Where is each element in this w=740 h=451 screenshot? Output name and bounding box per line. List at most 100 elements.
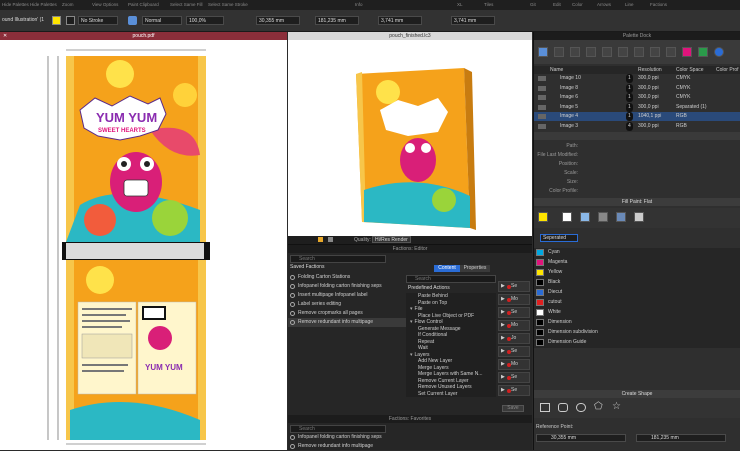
tab-content[interactable]: Content <box>434 265 460 272</box>
menu-tiles[interactable]: Tiles <box>484 2 493 7</box>
predefined-action-item[interactable]: Set Current Layer <box>406 391 496 398</box>
menu-paint-clipboard[interactable]: Paint Clipboard <box>128 2 159 7</box>
separation-row[interactable]: Dimension Guide <box>534 338 740 347</box>
image-row[interactable]: Image 3 4 300,0 ppi RGB <box>534 121 740 131</box>
grid-icon[interactable] <box>586 47 596 57</box>
action-step[interactable]: ▶ Mo <box>498 320 530 331</box>
image-icon[interactable] <box>602 47 612 57</box>
saved-faction-item[interactable]: Remove redundant info multipage <box>288 318 406 327</box>
image-row[interactable]: Image 4 1 1040,1 ppi RGB <box>534 112 740 121</box>
folder-icon[interactable] <box>318 237 323 242</box>
play-icon[interactable]: ▶ <box>501 282 505 291</box>
w-field[interactable]: 3,741 mm <box>378 16 422 25</box>
separation-row[interactable]: White <box>534 308 740 317</box>
fill-swatch[interactable] <box>52 16 61 25</box>
opacity-field[interactable]: 100,0% <box>186 16 224 25</box>
action-step[interactable]: ▶ Se <box>498 372 530 383</box>
x-field[interactable]: 30,355 mm <box>256 16 300 25</box>
play-icon[interactable]: ▶ <box>501 360 505 369</box>
saved-search-input[interactable]: Search <box>290 255 386 263</box>
quality-select[interactable]: Hi/Res Render <box>372 236 411 243</box>
separation-row[interactable]: Magenta <box>534 258 740 267</box>
h-field[interactable]: 3,741 mm <box>451 16 495 25</box>
menu-view-options[interactable]: View Options <box>92 2 118 7</box>
stamp-icon[interactable] <box>650 47 660 57</box>
image-row[interactable]: Image 8 1 300,0 ppi CMYK <box>534 83 740 93</box>
info-icon[interactable] <box>714 47 724 57</box>
fill-swatch-icon[interactable] <box>538 212 548 222</box>
ref-y-field[interactable]: 181,235 mm <box>636 434 726 442</box>
stack-icon[interactable] <box>618 47 628 57</box>
stroke-swatch[interactable] <box>66 16 75 25</box>
image-row[interactable]: Image 6 1 300,0 ppi CMYK <box>534 93 740 102</box>
separation-row[interactable]: Dimension <box>534 318 740 327</box>
fill-mode-select[interactable]: Seperated <box>540 234 578 242</box>
menu-factions[interactable]: Factions <box>650 2 667 7</box>
gradient-fill-icon[interactable] <box>598 212 608 222</box>
menu-edit[interactable]: Edit <box>553 2 561 7</box>
predefined-search-input[interactable]: Search <box>406 275 496 283</box>
no-fill-icon[interactable] <box>562 212 572 222</box>
play-icon[interactable]: ▶ <box>501 386 505 395</box>
remove-step-icon[interactable] <box>507 285 511 289</box>
menu-select-same-stroke[interactable]: Select Same Stroke <box>208 2 248 7</box>
remove-step-icon[interactable] <box>507 311 511 315</box>
remove-step-icon[interactable] <box>507 324 511 328</box>
favorite-faction-item[interactable]: Infopanel folding carton finishing seps <box>288 433 528 442</box>
menu-info[interactable]: Info <box>355 2 363 7</box>
play-icon[interactable]: ▶ <box>501 373 505 382</box>
text-icon[interactable] <box>554 47 564 57</box>
save-button[interactable]: Save <box>502 405 524 412</box>
remove-step-icon[interactable] <box>507 337 511 341</box>
saved-faction-item[interactable]: Insert multipage Infopanel label <box>288 291 406 300</box>
action-step[interactable]: ▶ Mo <box>498 294 530 305</box>
anchor-icon[interactable] <box>666 47 676 57</box>
menu-hide-palettes-2[interactable]: Hide Palettes <box>30 2 57 7</box>
play-icon[interactable]: ▶ <box>501 347 505 356</box>
y-field[interactable]: 181,235 mm <box>315 16 359 25</box>
separation-row[interactable]: cutout <box>534 298 740 307</box>
saved-faction-item[interactable]: Label series editing <box>288 300 406 309</box>
play-icon[interactable]: ▶ <box>501 334 505 343</box>
list-icon[interactable] <box>570 47 580 57</box>
separation-row[interactable]: Black <box>534 278 740 287</box>
flat-fill-icon[interactable] <box>580 212 590 222</box>
check-icon[interactable] <box>698 47 708 57</box>
ref-x-field[interactable]: 30,355 mm <box>536 434 626 442</box>
remove-step-icon[interactable] <box>507 363 511 367</box>
col-resolution[interactable]: Resolution <box>638 67 662 73</box>
saved-faction-item[interactable]: Infopanel folding carton finishing seps <box>288 282 406 291</box>
action-step[interactable]: ▶ Se <box>498 346 530 357</box>
stroke-select[interactable]: No Stroke <box>78 16 118 25</box>
rounded-rect-icon[interactable] <box>558 403 568 412</box>
play-icon[interactable]: ▶ <box>501 295 505 304</box>
col-name[interactable]: Name <box>550 67 563 73</box>
separation-row[interactable]: Yellow <box>534 268 740 277</box>
doc2-tab[interactable]: pouch_finished.lc3 <box>288 32 532 40</box>
menu-zoom[interactable]: Zoom <box>62 2 74 7</box>
tab-properties[interactable]: Properties <box>460 265 490 272</box>
saved-faction-item[interactable]: Folding Carton Stations <box>288 273 406 282</box>
cube-icon[interactable] <box>328 237 333 242</box>
menu-select-same-fill[interactable]: Select Same Fill <box>170 2 203 7</box>
star-icon[interactable]: ☆ <box>612 401 621 412</box>
favorites-search-input[interactable]: Search <box>290 425 386 433</box>
doc1-close-icon[interactable]: ✕ <box>3 32 7 40</box>
menu-xl[interactable]: XL <box>457 2 463 7</box>
layers-icon[interactable] <box>538 47 548 57</box>
col-color-profile[interactable]: Color Prof <box>716 67 739 73</box>
separation-row[interactable]: Dimension subdivision <box>534 328 740 337</box>
rectangle-icon[interactable] <box>540 403 550 412</box>
pattern-fill-icon[interactable] <box>634 212 644 222</box>
menu-git[interactable]: Git <box>530 2 536 7</box>
radial-fill-icon[interactable] <box>616 212 626 222</box>
play-icon[interactable]: ▶ <box>501 308 505 317</box>
menu-line[interactable]: Line <box>625 2 634 7</box>
action-step[interactable]: ▶ Se <box>498 307 530 318</box>
play-icon[interactable]: ▶ <box>501 321 505 330</box>
action-step[interactable]: ▶ Se <box>498 385 530 396</box>
color-wheel-icon[interactable] <box>682 47 692 57</box>
remove-step-icon[interactable] <box>507 389 511 393</box>
remove-step-icon[interactable] <box>507 350 511 354</box>
menu-color[interactable]: Color <box>572 2 583 7</box>
